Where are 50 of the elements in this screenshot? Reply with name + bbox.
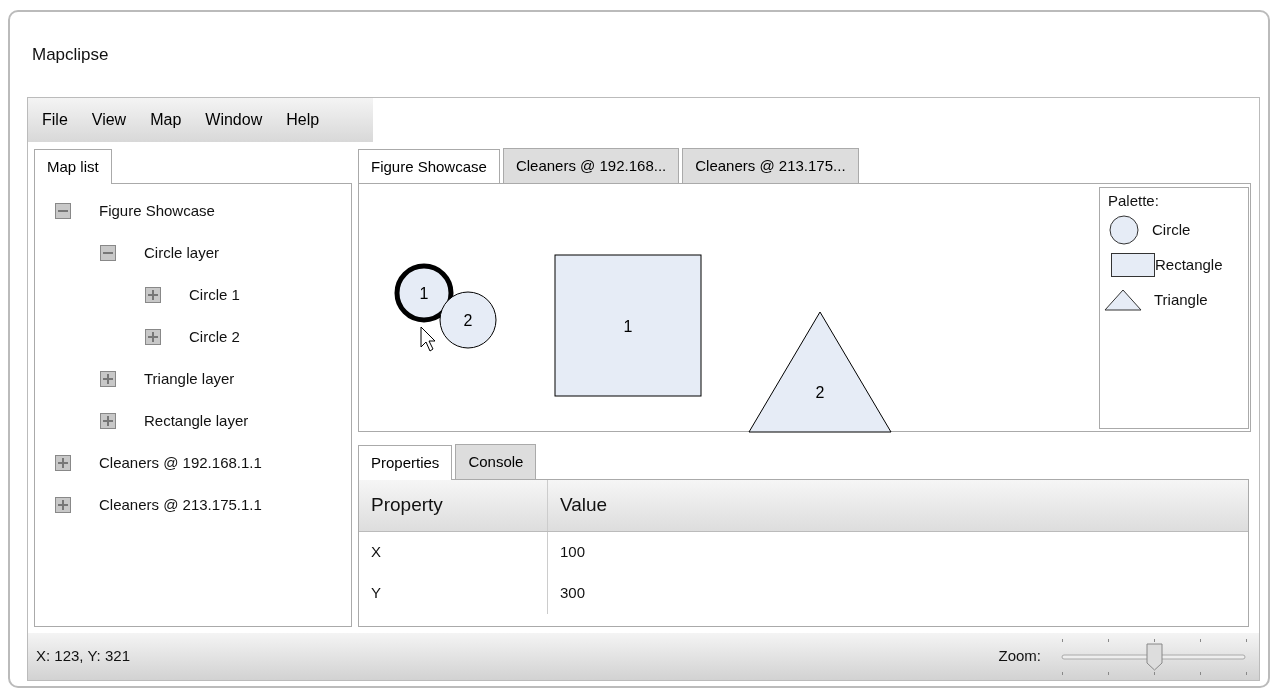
expand-icon[interactable]: [100, 413, 116, 429]
expand-icon[interactable]: [55, 497, 71, 513]
tree-item[interactable]: Figure Showcase: [99, 199, 215, 223]
column-header: Value: [559, 493, 608, 518]
tab[interactable]: Map list: [34, 149, 112, 184]
rectangle-icon[interactable]: [1111, 253, 1155, 277]
tab[interactable]: Figure Showcase: [358, 149, 500, 184]
shape-label: 1: [623, 317, 633, 335]
shape-label: 2: [463, 312, 473, 329]
tree-item[interactable]: Cleaners @ 192.168.1.1: [99, 451, 262, 475]
palette-item[interactable]: Circle: [1152, 218, 1191, 242]
cursor-position: X: 123, Y: 321: [36, 646, 130, 667]
cursor-icon: [420, 326, 436, 352]
shape-label: 2: [815, 383, 825, 401]
palette-item[interactable]: Rectangle: [1155, 253, 1223, 277]
tree-item[interactable]: Circle 2: [189, 325, 240, 349]
column-header: Property: [359, 480, 548, 531]
table-cell-text: 100: [559, 542, 586, 563]
menu-item[interactable]: File: [30, 108, 80, 132]
triangle-icon[interactable]: [1104, 289, 1142, 311]
palette-item[interactable]: Triangle: [1154, 288, 1208, 312]
menu-item[interactable]: Map: [138, 108, 194, 132]
tab[interactable]: Cleaners @ 213.175...: [682, 148, 859, 183]
tree-item[interactable]: Circle 1: [189, 283, 240, 307]
tab[interactable]: Cleaners @ 192.168...: [502, 148, 680, 183]
slider-thumb[interactable]: [1145, 642, 1163, 671]
tree-item[interactable]: Triangle layer: [144, 367, 235, 391]
collapse-icon[interactable]: [55, 203, 71, 219]
circle-icon[interactable]: [1108, 214, 1140, 246]
tab[interactable]: Console: [455, 444, 537, 479]
expand-icon[interactable]: [55, 455, 71, 471]
menu-item[interactable]: Window: [193, 108, 275, 132]
tree-item[interactable]: Rectangle layer: [144, 409, 249, 433]
palette-title: Palette:: [1108, 191, 1160, 211]
table-cell: Y: [359, 573, 548, 614]
menu-item[interactable]: Help: [274, 108, 332, 132]
menu-item[interactable]: View: [79, 108, 139, 132]
tree-item[interactable]: Cleaners @ 213.175.1.1: [99, 493, 262, 517]
table-cell-text: 300: [559, 583, 586, 604]
window-title: Mapclipse: [32, 44, 109, 66]
table-cell: X: [359, 532, 548, 573]
expand-icon[interactable]: [100, 371, 116, 387]
collapse-icon[interactable]: [100, 245, 116, 261]
tree-item[interactable]: Circle layer: [144, 241, 219, 265]
expand-icon[interactable]: [145, 329, 161, 345]
zoom-label: Zoom:: [998, 646, 1041, 667]
shape-label: 1: [419, 285, 429, 302]
expand-icon[interactable]: [145, 287, 161, 303]
tab[interactable]: Properties: [358, 445, 453, 480]
zoom-slider[interactable]: [1061, 637, 1247, 676]
